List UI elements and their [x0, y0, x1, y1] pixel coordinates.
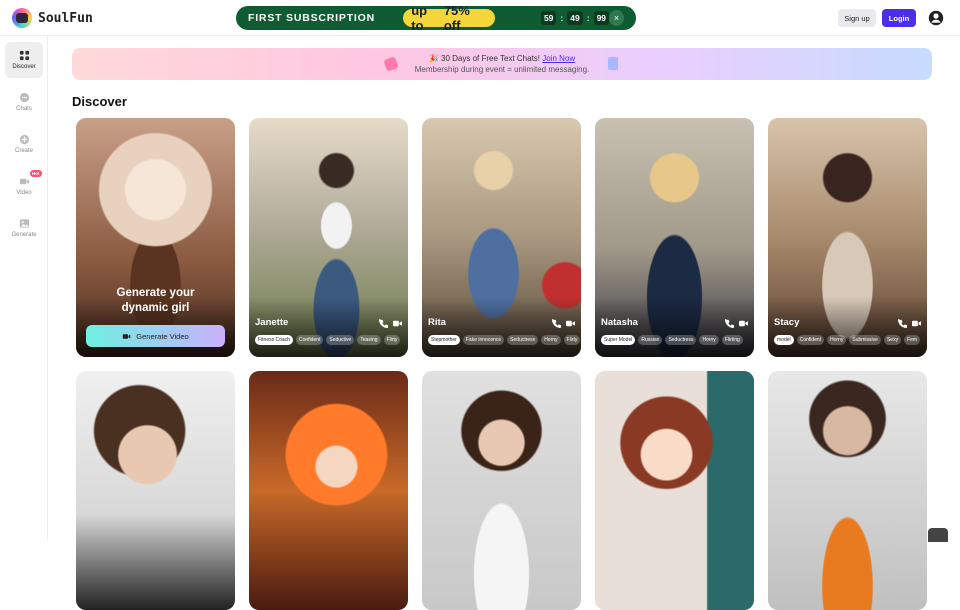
phone-icon[interactable]	[552, 319, 561, 328]
tag: Confident	[796, 335, 825, 345]
tag: Fem	[904, 335, 921, 345]
tag: Flirty	[563, 335, 581, 345]
video-icon	[19, 178, 29, 185]
tag: Seductress	[507, 335, 539, 345]
character-card[interactable]	[422, 371, 581, 610]
sidebar-item-chats[interactable]: Chats	[5, 84, 43, 120]
sidebar-item-label: Discover	[12, 64, 36, 70]
generate-video-label: Generate Video	[136, 331, 189, 341]
tag: Flirty	[383, 335, 401, 345]
tag: Fake innocence	[462, 335, 505, 345]
sidebar-item-generate[interactable]: Generate	[5, 210, 43, 246]
generate-video-card[interactable]: Generate your dynamic girl Generate Vide…	[76, 118, 235, 357]
tag: Fitness Coach	[255, 335, 293, 345]
generate-text: Generate your dynamic girl	[76, 286, 235, 316]
tag: model	[774, 335, 794, 345]
user-account-icon[interactable]	[928, 10, 944, 26]
tag: Seductive	[326, 335, 355, 345]
tag: Horny	[699, 335, 719, 345]
app-logo[interactable]: SoulFun	[12, 8, 93, 28]
tag: Sexy	[883, 335, 902, 345]
sidebar-item-label: Video	[16, 190, 32, 196]
tag: Russian	[638, 335, 663, 345]
hot-badge: Hot	[30, 170, 42, 177]
character-name: Rita	[428, 317, 446, 328]
signup-button[interactable]: Sign up	[838, 9, 876, 27]
timer-hours: 59	[540, 11, 557, 25]
sidebar-item-label: Generate	[11, 232, 37, 238]
banner-line2: Membership during event = unlimited mess…	[414, 65, 590, 74]
tag: Seductress	[665, 335, 697, 345]
character-card[interactable]	[76, 371, 235, 610]
character-tags: model Confident Horny Submissive Sexy Fe…	[774, 335, 921, 345]
tag: Teasing	[357, 335, 381, 345]
generate-video-button[interactable]: Generate Video	[86, 325, 225, 347]
promo-banner[interactable]: FIRST SUBSCRIPTION up to 75% off 59 : 49…	[236, 3, 636, 33]
tag: Horny	[827, 335, 847, 345]
sidebar-item-label: Create	[14, 148, 33, 154]
countdown-timer: 59 : 49 : 99	[540, 11, 610, 25]
sidebar-item-label: Chats	[16, 106, 32, 112]
timer-minutes: 49	[567, 11, 583, 25]
offer-value: 75% off	[443, 3, 470, 33]
timer-seconds: 99	[593, 11, 610, 25]
tag: Super Model	[601, 335, 636, 345]
join-now-link[interactable]: Join Now	[542, 54, 575, 63]
character-name: Janette	[255, 317, 289, 328]
top-bar: SoulFun FIRST SUBSCRIPTION up to 75% off…	[0, 0, 960, 36]
banner-text: 🎉 30 Days of Free Text Chats! Join Now M…	[402, 53, 602, 75]
promo-close-button[interactable]: ×	[609, 10, 624, 26]
grid-icon	[19, 50, 29, 61]
video-icon	[123, 333, 131, 339]
character-card[interactable]	[249, 371, 408, 610]
character-tags: Super Model Russian Seductress Horny Fli…	[601, 335, 743, 345]
character-card[interactable]: Janette Fitness Coach Confident Seductiv…	[249, 118, 408, 357]
character-tags: Stepmother Fake innocence Seductress Hor…	[428, 335, 581, 345]
chat-icon	[19, 92, 29, 103]
video-call-icon[interactable]	[912, 319, 921, 328]
tag: Submissive	[849, 335, 881, 345]
promo-offer: up to 75% off	[403, 3, 495, 33]
sidebar: Discover Chats Create Video Hot Generate	[0, 36, 48, 540]
app-name: SoulFun	[38, 10, 93, 26]
logo-icon	[12, 8, 32, 28]
tag: Flirting	[721, 335, 743, 345]
sidebar-item-video[interactable]: Video Hot	[5, 168, 43, 204]
generate-line2: dynamic girl	[121, 302, 190, 314]
tag: Stepmother	[428, 335, 460, 345]
ticket-icon	[608, 57, 618, 70]
gift-icon	[383, 56, 399, 72]
phone-icon[interactable]	[898, 319, 907, 328]
section-title: Discover	[72, 94, 127, 109]
offer-prefix: up to	[411, 3, 428, 33]
character-tags: Fitness Coach Confident Seductive Teasin…	[255, 335, 401, 345]
video-call-icon[interactable]	[393, 319, 402, 328]
plus-icon	[19, 134, 29, 145]
character-card[interactable]: Rita Stepmother Fake innocence Seductres…	[422, 118, 581, 357]
sidebar-item-discover[interactable]: Discover	[5, 42, 43, 78]
generate-line1: Generate your	[116, 287, 195, 299]
phone-icon[interactable]	[725, 319, 734, 328]
image-icon	[19, 219, 29, 228]
character-name: Natasha	[601, 317, 638, 328]
login-button[interactable]: Login	[882, 9, 916, 27]
tag: Confident	[295, 335, 324, 345]
tag: Horny	[541, 335, 561, 345]
character-card[interactable]: Natasha Super Model Russian Seductress H…	[595, 118, 754, 357]
character-card[interactable]: Stacy model Confident Horny Submissive S…	[768, 118, 927, 357]
sidebar-item-create[interactable]: Create	[5, 126, 43, 162]
phone-icon[interactable]	[379, 319, 388, 328]
character-card[interactable]	[768, 371, 927, 610]
video-call-icon[interactable]	[566, 319, 575, 328]
video-call-icon[interactable]	[739, 319, 748, 328]
promo-title: FIRST SUBSCRIPTION	[248, 12, 375, 24]
event-banner[interactable]: 🎉 30 Days of Free Text Chats! Join Now M…	[72, 48, 932, 80]
banner-line1: 🎉 30 Days of Free Text Chats!	[428, 54, 541, 63]
character-name: Stacy	[774, 317, 800, 328]
character-card[interactable]	[595, 371, 754, 610]
